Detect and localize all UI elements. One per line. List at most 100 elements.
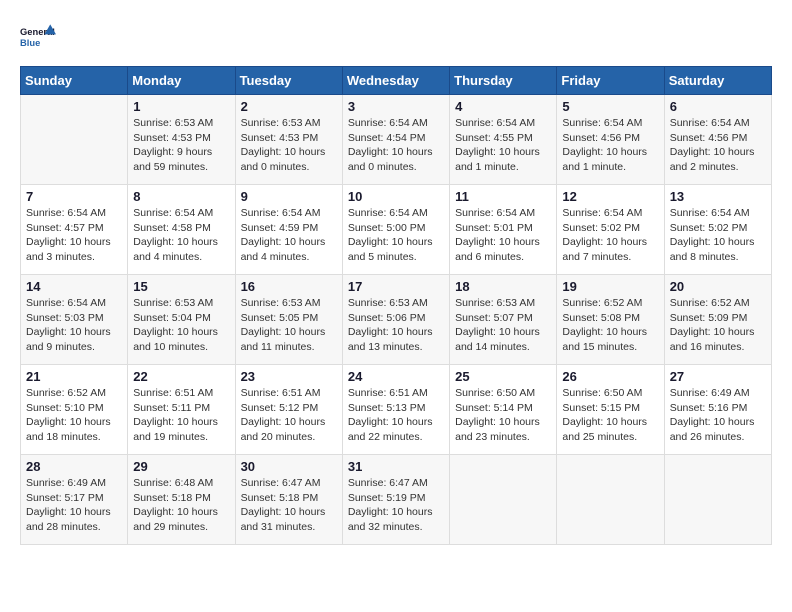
day-info: Sunrise: 6:53 AM Sunset: 4:53 PM Dayligh… <box>241 116 337 175</box>
calendar-cell <box>557 455 664 545</box>
day-info: Sunrise: 6:51 AM Sunset: 5:13 PM Dayligh… <box>348 386 444 445</box>
day-info: Sunrise: 6:47 AM Sunset: 5:18 PM Dayligh… <box>241 476 337 535</box>
day-number: 9 <box>241 189 337 204</box>
day-number: 23 <box>241 369 337 384</box>
calendar-week-2: 7Sunrise: 6:54 AM Sunset: 4:57 PM Daylig… <box>21 185 772 275</box>
calendar-cell: 29 Sunrise: 6:48 AM Sunset: 5:18 PM Dayli… <box>128 455 235 545</box>
calendar-cell <box>450 455 557 545</box>
day-info: Sunrise: 6:54 AM Sunset: 5:03 PM Dayligh… <box>26 296 122 355</box>
day-number: 15 <box>133 279 229 294</box>
calendar-cell: 9 Sunrise: 6:54 AM Sunset: 4:59 PM Daylig… <box>235 185 342 275</box>
day-info: Sunrise: 6:50 AM Sunset: 5:15 PM Dayligh… <box>562 386 658 445</box>
day-header-thursday: Thursday <box>450 67 557 95</box>
day-header-friday: Friday <box>557 67 664 95</box>
calendar-cell <box>664 455 771 545</box>
day-info: Sunrise: 6:54 AM Sunset: 5:02 PM Dayligh… <box>562 206 658 265</box>
calendar-cell: 31 Sunrise: 6:47 AM Sunset: 5:19 PM Dayli… <box>342 455 449 545</box>
day-info: Sunrise: 6:54 AM Sunset: 4:56 PM Dayligh… <box>562 116 658 175</box>
day-info: Sunrise: 6:53 AM Sunset: 5:06 PM Dayligh… <box>348 296 444 355</box>
day-info: Sunrise: 6:51 AM Sunset: 5:12 PM Dayligh… <box>241 386 337 445</box>
logo: General Blue <box>20 20 62 56</box>
calendar-cell: 2Sunrise: 6:53 AM Sunset: 4:53 PM Daylig… <box>235 95 342 185</box>
day-info: Sunrise: 6:54 AM Sunset: 4:54 PM Dayligh… <box>348 116 444 175</box>
day-header-tuesday: Tuesday <box>235 67 342 95</box>
day-number: 18 <box>455 279 551 294</box>
day-number: 26 <box>562 369 658 384</box>
day-number: 1 <box>133 99 229 114</box>
day-info: Sunrise: 6:52 AM Sunset: 5:09 PM Dayligh… <box>670 296 766 355</box>
day-number: 22 <box>133 369 229 384</box>
calendar-cell: 30Sunrise: 6:47 AM Sunset: 5:18 PM Dayli… <box>235 455 342 545</box>
calendar-cell: 19 Sunrise: 6:52 AM Sunset: 5:08 PM Dayli… <box>557 275 664 365</box>
svg-text:Blue: Blue <box>20 38 40 48</box>
calendar-cell: 4Sunrise: 6:54 AM Sunset: 4:55 PM Daylig… <box>450 95 557 185</box>
calendar-cell: 21 Sunrise: 6:52 AM Sunset: 5:10 PM Dayli… <box>21 365 128 455</box>
day-info: Sunrise: 6:54 AM Sunset: 4:56 PM Dayligh… <box>670 116 766 175</box>
calendar-cell: 23 Sunrise: 6:51 AM Sunset: 5:12 PM Dayli… <box>235 365 342 455</box>
day-header-saturday: Saturday <box>664 67 771 95</box>
day-header-sunday: Sunday <box>21 67 128 95</box>
day-info: Sunrise: 6:54 AM Sunset: 4:57 PM Dayligh… <box>26 206 122 265</box>
day-info: Sunrise: 6:49 AM Sunset: 5:17 PM Dayligh… <box>26 476 122 535</box>
calendar-cell: 11 Sunrise: 6:54 AM Sunset: 5:01 PM Dayli… <box>450 185 557 275</box>
calendar-cell: 6 Sunrise: 6:54 AM Sunset: 4:56 PM Daylig… <box>664 95 771 185</box>
calendar-cell: 13Sunrise: 6:54 AM Sunset: 5:02 PM Dayli… <box>664 185 771 275</box>
day-info: Sunrise: 6:53 AM Sunset: 4:53 PM Dayligh… <box>133 116 229 175</box>
day-info: Sunrise: 6:54 AM Sunset: 5:01 PM Dayligh… <box>455 206 551 265</box>
day-header-monday: Monday <box>128 67 235 95</box>
day-info: Sunrise: 6:52 AM Sunset: 5:08 PM Dayligh… <box>562 296 658 355</box>
day-number: 6 <box>670 99 766 114</box>
page-header: General Blue <box>20 20 772 56</box>
day-number: 3 <box>348 99 444 114</box>
calendar-cell: 5 Sunrise: 6:54 AM Sunset: 4:56 PM Daylig… <box>557 95 664 185</box>
day-number: 29 <box>133 459 229 474</box>
day-number: 20 <box>670 279 766 294</box>
calendar-cell: 22 Sunrise: 6:51 AM Sunset: 5:11 PM Dayli… <box>128 365 235 455</box>
day-number: 4 <box>455 99 551 114</box>
day-number: 12 <box>562 189 658 204</box>
calendar-cell: 24 Sunrise: 6:51 AM Sunset: 5:13 PM Dayli… <box>342 365 449 455</box>
calendar-cell: 18Sunrise: 6:53 AM Sunset: 5:07 PM Dayli… <box>450 275 557 365</box>
day-number: 11 <box>455 189 551 204</box>
calendar-cell: 14Sunrise: 6:54 AM Sunset: 5:03 PM Dayli… <box>21 275 128 365</box>
day-info: Sunrise: 6:54 AM Sunset: 5:00 PM Dayligh… <box>348 206 444 265</box>
day-number: 28 <box>26 459 122 474</box>
calendar-week-3: 14Sunrise: 6:54 AM Sunset: 5:03 PM Dayli… <box>21 275 772 365</box>
day-info: Sunrise: 6:53 AM Sunset: 5:04 PM Dayligh… <box>133 296 229 355</box>
day-info: Sunrise: 6:52 AM Sunset: 5:10 PM Dayligh… <box>26 386 122 445</box>
calendar-cell: 28 Sunrise: 6:49 AM Sunset: 5:17 PM Dayli… <box>21 455 128 545</box>
day-info: Sunrise: 6:50 AM Sunset: 5:14 PM Dayligh… <box>455 386 551 445</box>
day-number: 10 <box>348 189 444 204</box>
calendar-cell: 7Sunrise: 6:54 AM Sunset: 4:57 PM Daylig… <box>21 185 128 275</box>
day-info: Sunrise: 6:48 AM Sunset: 5:18 PM Dayligh… <box>133 476 229 535</box>
day-number: 21 <box>26 369 122 384</box>
calendar-week-5: 28 Sunrise: 6:49 AM Sunset: 5:17 PM Dayli… <box>21 455 772 545</box>
day-info: Sunrise: 6:54 AM Sunset: 4:59 PM Dayligh… <box>241 206 337 265</box>
calendar-cell <box>21 95 128 185</box>
calendar-cell: 10 Sunrise: 6:54 AM Sunset: 5:00 PM Dayli… <box>342 185 449 275</box>
day-info: Sunrise: 6:54 AM Sunset: 4:58 PM Dayligh… <box>133 206 229 265</box>
calendar-cell: 20 Sunrise: 6:52 AM Sunset: 5:09 PM Dayli… <box>664 275 771 365</box>
day-info: Sunrise: 6:49 AM Sunset: 5:16 PM Dayligh… <box>670 386 766 445</box>
day-info: Sunrise: 6:47 AM Sunset: 5:19 PM Dayligh… <box>348 476 444 535</box>
calendar-cell: 8 Sunrise: 6:54 AM Sunset: 4:58 PM Daylig… <box>128 185 235 275</box>
day-info: Sunrise: 6:51 AM Sunset: 5:11 PM Dayligh… <box>133 386 229 445</box>
day-number: 17 <box>348 279 444 294</box>
calendar-week-1: 1 Sunrise: 6:53 AM Sunset: 4:53 PM Daylig… <box>21 95 772 185</box>
day-number: 24 <box>348 369 444 384</box>
day-number: 5 <box>562 99 658 114</box>
logo-icon: General Blue <box>20 20 56 56</box>
day-number: 25 <box>455 369 551 384</box>
day-number: 16 <box>241 279 337 294</box>
calendar-cell: 15 Sunrise: 6:53 AM Sunset: 5:04 PM Dayli… <box>128 275 235 365</box>
day-number: 19 <box>562 279 658 294</box>
calendar-cell: 27 Sunrise: 6:49 AM Sunset: 5:16 PM Dayli… <box>664 365 771 455</box>
calendar-week-4: 21 Sunrise: 6:52 AM Sunset: 5:10 PM Dayli… <box>21 365 772 455</box>
calendar-cell: 26 Sunrise: 6:50 AM Sunset: 5:15 PM Dayli… <box>557 365 664 455</box>
calendar-cell: 17 Sunrise: 6:53 AM Sunset: 5:06 PM Dayli… <box>342 275 449 365</box>
day-number: 31 <box>348 459 444 474</box>
day-info: Sunrise: 6:53 AM Sunset: 5:05 PM Dayligh… <box>241 296 337 355</box>
calendar-cell: 1 Sunrise: 6:53 AM Sunset: 4:53 PM Daylig… <box>128 95 235 185</box>
day-number: 27 <box>670 369 766 384</box>
day-number: 8 <box>133 189 229 204</box>
